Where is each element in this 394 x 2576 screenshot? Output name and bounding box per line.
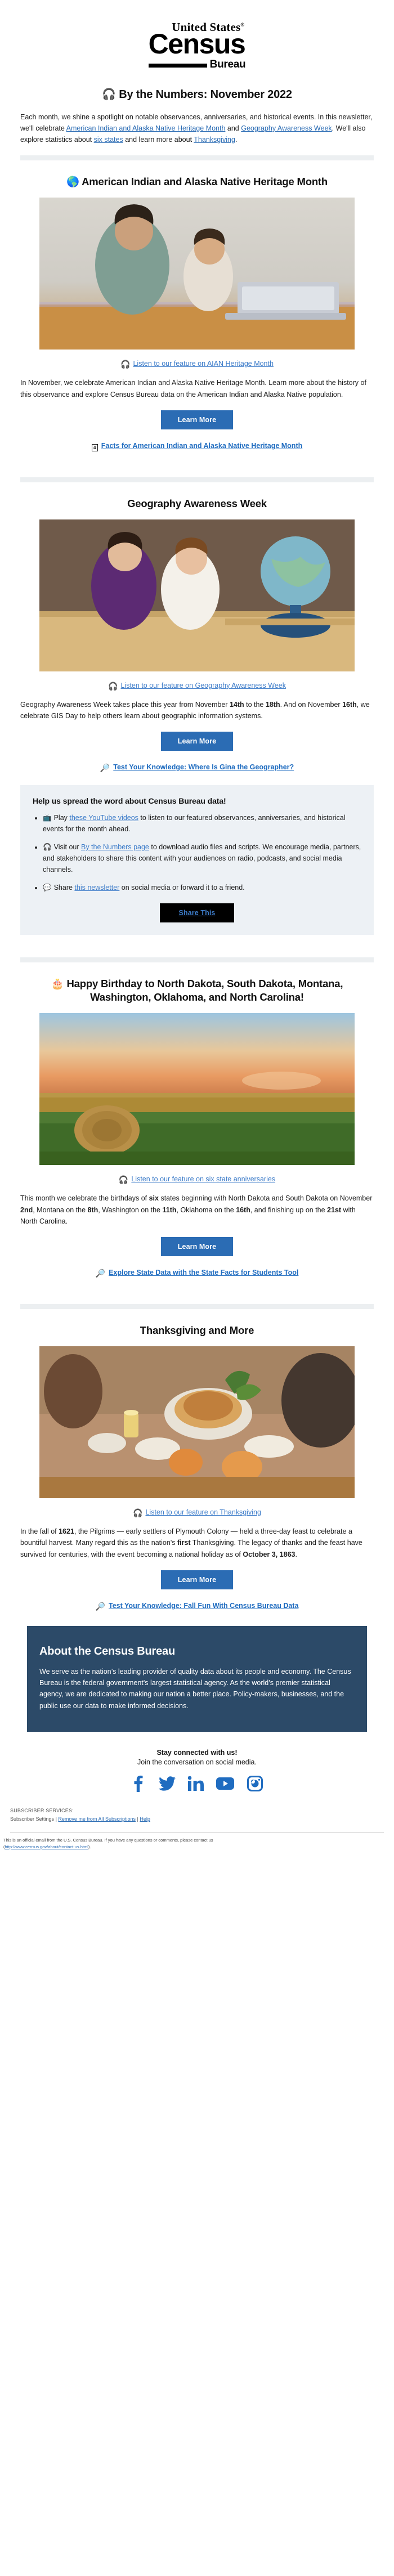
logo-rule: [148, 63, 207, 68]
separator: |: [55, 1816, 57, 1822]
share-this-button[interactable]: Share This: [159, 903, 235, 923]
social-subheading: Join the conversation on social media.: [137, 1758, 257, 1766]
audio-link-geography[interactable]: Listen to our feature on Geography Aware…: [120, 682, 285, 689]
facebook-icon[interactable]: [131, 1775, 146, 1792]
audio-link-geography-row: 🎧 Listen to our feature on Geography Awar…: [0, 680, 394, 691]
television-icon: 📺: [43, 814, 52, 822]
promo-heading: Help us spread the word about Census Bur…: [33, 796, 226, 806]
twitter-icon[interactable]: [158, 1776, 176, 1791]
section-title-thanksgiving: Thanksgiving and More: [140, 1324, 254, 1337]
census-logo: United States® Census Bureau: [0, 0, 394, 85]
headphones-icon: 🎧: [133, 1508, 143, 1518]
section-divider: [20, 957, 374, 963]
photo-thanksgiving: [39, 1346, 355, 1499]
magnifier-icon: 🔎: [100, 763, 110, 773]
social-icons-row: [0, 1775, 394, 1792]
document-icon: 4: [91, 443, 98, 451]
globe-americas-icon: 🌎: [66, 176, 79, 188]
intro-link-thanksgiving[interactable]: Thanksgiving: [194, 136, 235, 144]
promo-item-youtube: 📺Play these YouTube videos to listen to …: [43, 812, 361, 835]
newsletter-email: United States® Census Bureau 🎧 By the Nu…: [0, 0, 394, 1860]
intro-link-geography[interactable]: Geography Awareness Week: [241, 124, 332, 132]
audio-link-aian-row: 🎧 Listen to our feature on AIAN Heritage …: [0, 359, 394, 369]
birthday-cake-icon: 🎂: [51, 978, 64, 990]
learn-more-button-states[interactable]: Learn More: [160, 1237, 234, 1257]
feature-link-states[interactable]: Explore State Data with the State Facts …: [109, 1269, 298, 1276]
about-body: We serve as the nation’s leading provide…: [39, 1667, 351, 1710]
magnifier-icon: 🔎: [95, 1601, 105, 1611]
headphones-icon: 🎧: [118, 1175, 129, 1185]
body-aian: In November, we celebrate American India…: [20, 379, 366, 398]
promo-list: 📺Play these YouTube videos to listen to …: [33, 812, 361, 893]
photo-geography: [39, 519, 355, 671]
linkedin-icon[interactable]: [188, 1776, 204, 1791]
section-title-geography: Geography Awareness Week: [127, 497, 267, 509]
body-thanksgiving: In the fall of 1621, the Pilgrims — earl…: [20, 1527, 362, 1558]
instagram-icon[interactable]: [247, 1775, 263, 1791]
social-heading-block: Stay connected with us! Join the convers…: [0, 1749, 394, 1766]
feature-link-aian[interactable]: Facts for American Indian and Alaska Nat…: [101, 442, 303, 450]
about-box: About the Census Bureau We serve as the …: [27, 1625, 367, 1732]
photo-states: [39, 1013, 355, 1166]
legal-text: This is an official email from the U.S. …: [3, 1837, 213, 1849]
body-states: This month we celebrate the birthdays of…: [20, 1194, 373, 1225]
learn-more-button-thanksgiving[interactable]: Learn More: [160, 1570, 234, 1589]
feature-link-geography-row: 🔎 Test Your Knowledge: Where Is Gina the …: [0, 762, 394, 773]
section-title-states: 🎂 Happy Birthday to North Dakota, South …: [51, 978, 343, 1003]
promo-box: Help us spread the word about Census Bur…: [20, 785, 374, 935]
promo-item-audio: 🎧Visit our By the Numbers page to downlo…: [43, 841, 361, 875]
section-divider: [20, 477, 374, 482]
intro-link-aian[interactable]: American Indian and Alaska Native Herita…: [66, 124, 226, 132]
feature-link-geography[interactable]: Test Your Knowledge: Where Is Gina the G…: [113, 763, 294, 771]
learn-more-button-geography[interactable]: Learn More: [160, 732, 234, 751]
promo-link-by-the-numbers[interactable]: By the Numbers page: [81, 843, 149, 851]
social-heading: Stay connected with us!: [156, 1748, 238, 1757]
contact-us-link[interactable]: http://www.census.gov/about/contact-us.h…: [5, 1844, 88, 1849]
audio-link-thanksgiving[interactable]: Listen to our feature on Thanksgiving: [145, 1508, 261, 1516]
about-heading: About the Census Bureau: [39, 1645, 175, 1657]
audio-link-states[interactable]: Listen to our feature on six state anniv…: [131, 1175, 275, 1183]
promo-item-share: 💬Share this newsletter on social media o…: [43, 882, 361, 893]
feature-link-states-row: 🔎 Explore State Data with the State Facts…: [0, 1267, 394, 1278]
intro-link-six-states[interactable]: six states: [94, 136, 123, 144]
feature-link-thanksgiving-row: 🔎 Test Your Knowledge: Fall Fun With Cens…: [0, 1601, 394, 1611]
body-geography: Geography Awareness Week takes place thi…: [20, 700, 370, 720]
section-divider: [20, 155, 374, 161]
promo-link-youtube[interactable]: these YouTube videos: [69, 814, 138, 822]
promo-link-newsletter[interactable]: this newsletter: [74, 884, 119, 891]
section-title-aian: 🌎 American Indian and Alaska Native Heri…: [66, 176, 328, 188]
audio-link-thanksgiving-row: 🎧 Listen to our feature on Thanksgiving: [0, 1507, 394, 1518]
feature-link-aian-row: 4 Facts for American Indian and Alaska Na…: [0, 441, 394, 451]
subscriber-links-row: Subscriber Settings | Remove me from All…: [10, 1815, 384, 1824]
learn-more-button-aian[interactable]: Learn More: [160, 410, 234, 429]
subscriber-services-label: SUBSCRIBER SERVICES:: [10, 1807, 74, 1813]
subscriber-services: SUBSCRIBER SERVICES: Subscriber Settings…: [0, 1794, 394, 1833]
youtube-icon[interactable]: [216, 1777, 235, 1790]
separator: |: [137, 1816, 138, 1822]
remove-subscriptions-link[interactable]: Remove me from All Subscriptions: [58, 1816, 136, 1822]
help-link[interactable]: Help: [140, 1816, 150, 1822]
headphones-icon: 🎧: [43, 843, 52, 852]
subscriber-settings-link[interactable]: Subscriber Settings: [10, 1816, 54, 1822]
magnifier-icon: 🔎: [95, 1269, 106, 1278]
feature-link-thanksgiving[interactable]: Test Your Knowledge: Fall Fun With Censu…: [109, 1602, 298, 1610]
section-divider: [20, 1304, 374, 1310]
intro-paragraph: Each month, we shine a spotlight on nota…: [20, 113, 373, 144]
page-title: 🎧 By the Numbers: November 2022: [102, 88, 292, 101]
audio-link-states-row: 🎧 Listen to our feature on six state anni…: [0, 1174, 394, 1185]
logo-bureau-word: Bureau: [209, 58, 246, 70]
headphones-icon: 🎧: [108, 681, 118, 691]
headphones-icon: 🎧: [102, 88, 116, 101]
audio-link-aian[interactable]: Listen to our feature on AIAN Heritage M…: [133, 360, 273, 368]
logo-census-word: Census: [148, 28, 246, 60]
headphones-icon: 🎧: [120, 360, 131, 369]
speech-balloon-icon: 💬: [43, 884, 52, 892]
photo-aian: [39, 198, 355, 350]
